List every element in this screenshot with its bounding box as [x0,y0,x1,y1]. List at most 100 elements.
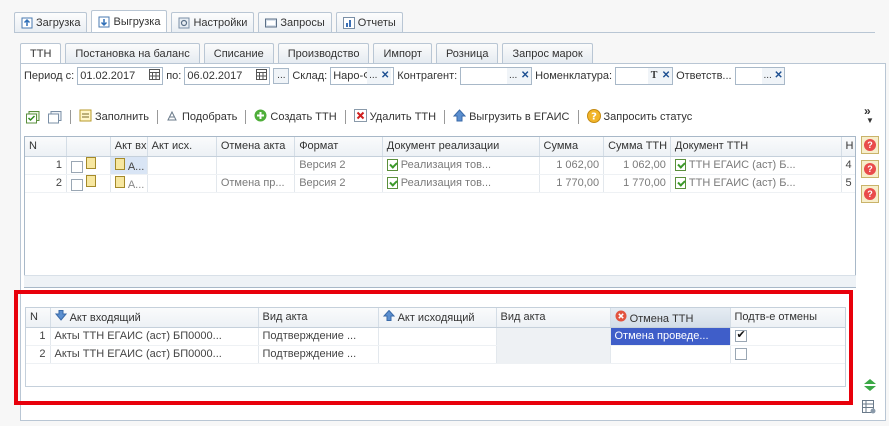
table-row[interactable]: 1 А... Версия 2 Реализация тов... 1 062,… [25,156,855,175]
plus-icon [254,109,267,125]
horizontal-scrollbar[interactable] [24,275,856,287]
format-cell[interactable]: Версия 2 [294,174,383,193]
counterparty-field[interactable]: ... ✕ [460,67,533,85]
upload-egais-label: Выгрузить в ЕГАИС [469,111,570,123]
row-select-cell[interactable] [66,174,111,193]
sum-ttn-cell[interactable]: 1 062,00 [603,156,671,175]
uncheck-all-icon[interactable] [46,110,64,124]
col-header[interactable]: Документ реализации [382,137,540,157]
col-header[interactable]: Н [841,137,855,157]
doc-yellow-icon [114,157,125,173]
help-button[interactable]: ? [861,185,879,203]
doc-check-icon [386,159,398,172]
tab-download[interactable]: Выгрузка [91,10,168,32]
warehouse-select-button[interactable]: ... [367,68,380,84]
sum-cell[interactable]: 1 062,00 [539,156,605,175]
subtab-retail[interactable]: Розница [435,43,499,63]
check-all-icon[interactable] [24,110,42,124]
act-out-cell[interactable] [147,156,217,175]
subtab-ttn[interactable]: ТТН [20,43,62,63]
help-button[interactable]: ? [861,160,879,178]
subtab-writeoff[interactable]: Списание [203,43,274,63]
toolbar-separator [577,110,579,124]
question-icon: ? [864,163,876,175]
col-header[interactable]: N [25,137,67,157]
col-header[interactable]: Документ ТТН [670,137,842,157]
tab-settings[interactable]: Настройки [171,12,255,32]
date-from-field[interactable]: 01.02.2017 [77,67,164,85]
move-rows-icon[interactable] [862,378,878,395]
calendar-icon[interactable] [149,69,161,83]
request-status-button[interactable]: ? Запросить статус [585,108,695,126]
delete-ttn-button[interactable]: Удалить ТТН [352,109,438,125]
cancel-act-cell[interactable] [216,156,296,175]
act-in-cell[interactable]: А... [110,174,148,193]
tab-label: Загрузка [36,16,81,29]
clear-icon[interactable]: ✕ [660,68,673,84]
counterparty-select-button[interactable]: ... [507,68,520,84]
toolbar-separator [344,110,346,124]
subtab-balance[interactable]: Постановка на баланс [65,43,200,63]
col-header[interactable]: Акт исх. [147,137,217,157]
warehouse-field[interactable]: Наро-Ф ... ✕ [330,67,395,85]
period-more-button[interactable]: ... [273,68,290,84]
settings-table-icon[interactable] [862,400,876,417]
upload-egais-button[interactable]: Выгрузить в ЕГАИС [451,109,571,125]
date-to-field[interactable]: 06.02.2017 [184,67,271,85]
help-button[interactable]: ? [861,136,879,154]
act-in-cell[interactable]: А... [110,156,148,175]
tabs-divider [14,32,875,33]
tab-reports[interactable]: Отчеты [335,12,403,32]
settings-icon [178,17,190,29]
clear-icon[interactable]: ✕ [379,68,392,84]
create-ttn-label: Создать ТТН [270,111,337,123]
responsible-field[interactable]: ... ✕ [734,67,785,85]
sum-ttn-cell[interactable]: 1 770,00 [603,174,671,193]
ttn-doc-value: ТТН ЕГАИС (аст) Б... [688,176,796,189]
chevron-down-icon[interactable]: ▼ [866,116,874,125]
col-header[interactable]: Формат [294,137,383,157]
ttn-doc-cell[interactable]: ТТН ЕГАИС (аст) Б... [670,156,842,175]
subtab-production[interactable]: Производство [277,43,370,63]
nomenclature-field[interactable]: T ✕ [615,67,674,85]
cancel-act-cell[interactable]: Отмена пр... [216,174,296,193]
subtab-import[interactable]: Импорт [373,43,432,63]
type-button[interactable]: T [648,68,661,84]
act-out-cell[interactable] [147,174,217,193]
fill-button[interactable]: Заполнить [77,109,151,125]
row-number: 1 [25,156,67,175]
calendar-icon[interactable] [256,69,268,83]
ttn-doc-cell[interactable]: ТТН ЕГАИС (аст) Б... [670,174,842,193]
reports-icon [342,16,355,29]
responsible-select-button[interactable]: ... [761,68,774,84]
clear-icon[interactable]: ✕ [519,68,532,84]
col-header[interactable]: Отмена акта [216,137,296,157]
sale-doc-cell[interactable]: Реализация тов... [382,156,540,175]
col-header[interactable]: Сумма [539,137,605,157]
h-cell[interactable]: 4 [841,156,855,175]
tab-upload[interactable]: Загрузка [14,12,88,32]
table-row[interactable]: 2 А... Отмена пр... Версия 2 Реализация … [25,174,855,193]
toolbar-separator [245,110,247,124]
col-header[interactable]: Акт вх. [110,137,148,157]
pick-button[interactable]: Подобрать [164,109,239,125]
create-ttn-button[interactable]: Создать ТТН [252,109,338,125]
counterparty-label: Контрагент: [397,70,458,82]
filter-bar: Период с: 01.02.2017 по: 06.02.2017 ... … [24,67,785,85]
h-cell[interactable]: 5 [841,174,855,193]
doc-check-icon [674,159,686,172]
col-header[interactable] [66,137,111,157]
pick-label: Подобрать [182,111,238,123]
subtab-marks-request[interactable]: Запрос марок [502,43,593,63]
format-cell[interactable]: Версия 2 [294,156,383,175]
sale-doc-cell[interactable]: Реализация тов... [382,174,540,193]
sum-cell[interactable]: 1 770,00 [539,174,605,193]
col-header[interactable]: Сумма ТТН [603,137,671,157]
row-select-cell[interactable] [66,156,111,175]
ttn-table: N Акт вх. Акт исх. Отмена акта Формат До… [24,136,856,288]
row-checkbox[interactable] [70,178,83,191]
row-number: 2 [25,174,67,193]
tab-requests[interactable]: Запросы [258,12,332,32]
row-checkbox[interactable] [70,160,83,173]
clear-icon[interactable]: ✕ [773,68,784,84]
